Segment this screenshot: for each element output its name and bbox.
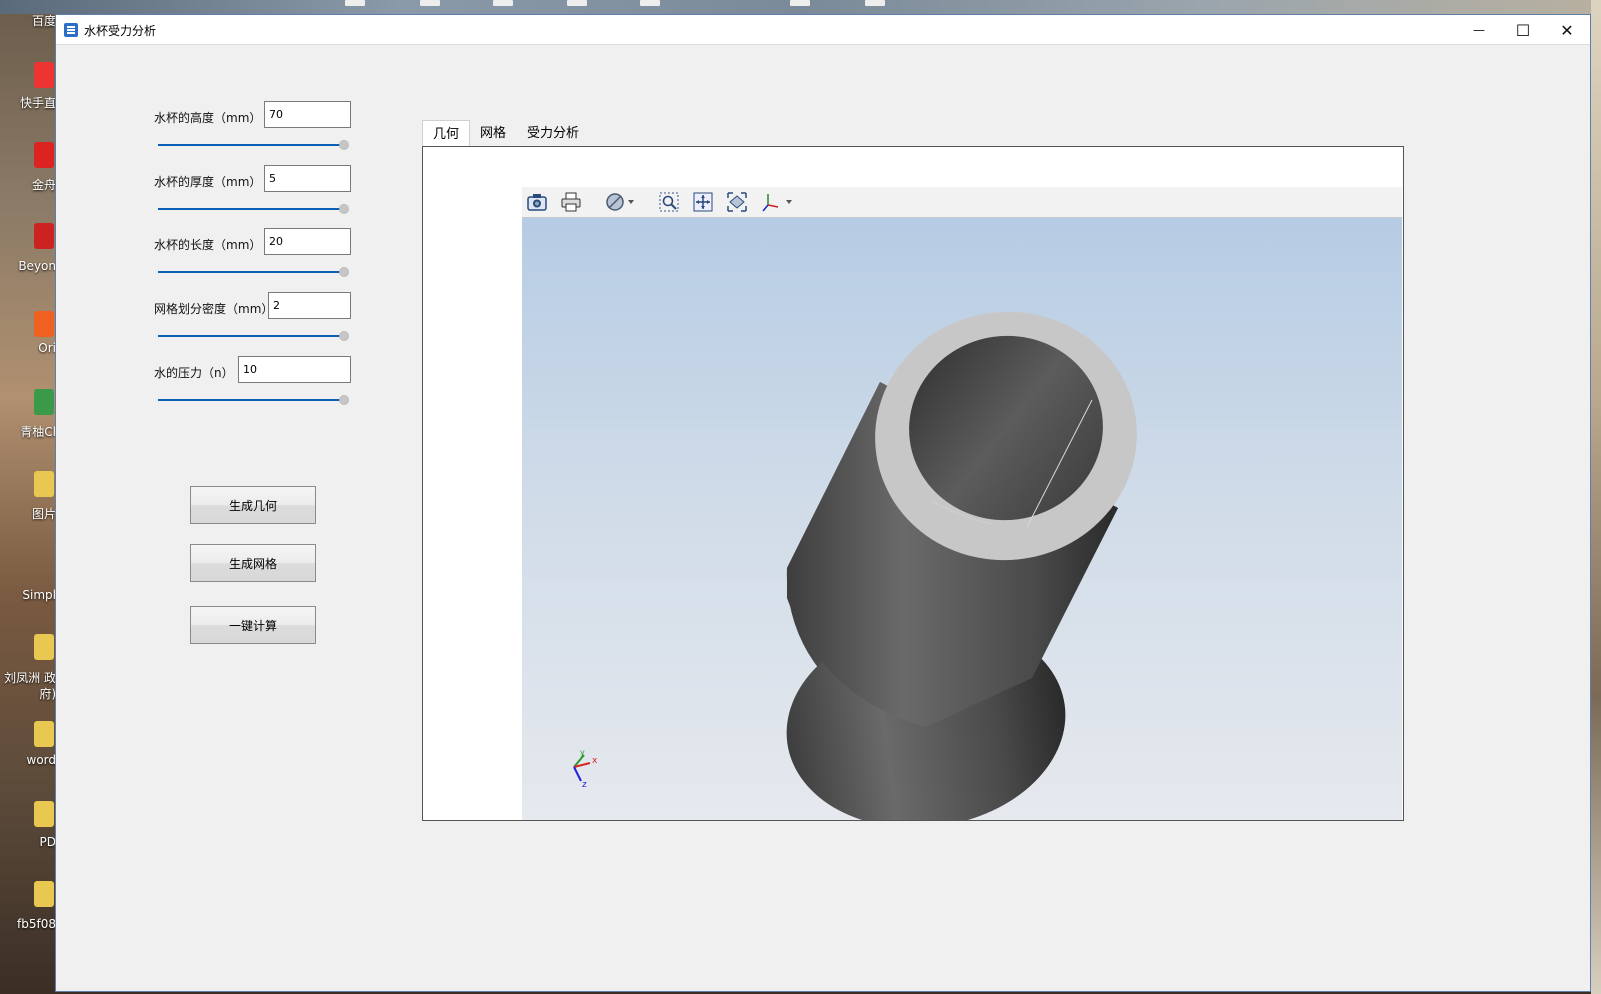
- slider-handle[interactable]: [339, 204, 349, 214]
- generate-geometry-button[interactable]: 生成几何: [190, 486, 316, 524]
- tab-mesh[interactable]: 网格: [470, 120, 516, 147]
- folder-icon: [34, 634, 54, 660]
- maximize-button[interactable]: ☐: [1500, 15, 1546, 45]
- folder-icon: [34, 471, 54, 497]
- desktop-icon[interactable]: Ori: [0, 311, 56, 355]
- camera-icon[interactable]: [526, 191, 548, 213]
- app-icon: [34, 223, 54, 249]
- compute-button[interactable]: 一键计算: [190, 606, 316, 644]
- slider-handle[interactable]: [339, 395, 349, 405]
- 3d-viewport[interactable]: y x z: [522, 218, 1402, 820]
- app-icon: [34, 62, 54, 88]
- height-slider[interactable]: [158, 140, 349, 150]
- display-mode-icon[interactable]: [604, 191, 626, 213]
- tab-force-analysis[interactable]: 受力分析: [517, 120, 589, 147]
- desktop-icon[interactable]: Simpl: [0, 588, 56, 602]
- slider-handle[interactable]: [339, 140, 349, 150]
- height-label: 水杯的高度（mm）: [154, 111, 262, 125]
- height-input[interactable]: [264, 101, 351, 128]
- app-window: 水杯受力分析 — ☐ ✕ 水杯的高度（mm） 水杯的厚度（mm） 水杯的长度（m…: [55, 14, 1591, 992]
- length-slider[interactable]: [158, 267, 349, 277]
- thickness-input[interactable]: [264, 165, 351, 192]
- view-fit-icon[interactable]: [726, 191, 748, 213]
- tab-geometry[interactable]: 几何: [422, 120, 471, 147]
- app-icon: [34, 389, 54, 415]
- desktop-icon[interactable]: 百度: [0, 12, 56, 29]
- desktop-icon[interactable]: 金舟: [0, 142, 56, 193]
- axis-x-label: x: [592, 756, 598, 766]
- thickness-label: 水杯的厚度（mm）: [154, 175, 262, 189]
- axis-y-label: y: [580, 749, 585, 757]
- axis-triad-icon: y x z: [573, 749, 598, 789]
- desktop-top-strip: [0, 0, 1601, 14]
- mesh-density-slider[interactable]: [158, 331, 349, 341]
- desktop-icon[interactable]: 青柚Cl: [0, 389, 56, 440]
- app-logo-icon: [64, 23, 78, 37]
- thickness-slider[interactable]: [158, 204, 349, 214]
- length-label: 水杯的长度（mm）: [154, 238, 262, 252]
- viewer-toolbar: [522, 187, 1402, 218]
- folder-icon: [34, 881, 54, 907]
- desktop-icon[interactable]: fb5f08: [0, 881, 56, 931]
- desktop-icon[interactable]: PD: [0, 801, 56, 849]
- app-icon: [34, 142, 54, 168]
- pressure-slider[interactable]: [158, 395, 349, 405]
- slider-handle[interactable]: [339, 267, 349, 277]
- desktop-icon[interactable]: 图片: [0, 471, 56, 522]
- generate-mesh-button[interactable]: 生成网格: [190, 544, 316, 582]
- fit-all-icon[interactable]: [692, 191, 714, 213]
- axis-orientation-icon[interactable]: [760, 191, 782, 213]
- axis-z-label: z: [582, 780, 587, 789]
- mesh-density-input[interactable]: [268, 292, 351, 319]
- folder-icon: [34, 801, 54, 827]
- title-bar[interactable]: 水杯受力分析 — ☐ ✕: [56, 15, 1590, 45]
- desktop-right-strip: [1591, 0, 1601, 994]
- minimize-button[interactable]: —: [1456, 15, 1502, 45]
- zoom-window-icon[interactable]: [658, 191, 680, 213]
- tab-panel: y x z: [422, 146, 1404, 821]
- app-icon: [34, 311, 54, 337]
- window-title: 水杯受力分析: [84, 24, 157, 38]
- desktop-icon[interactable]: 刘凤洲 政府): [0, 634, 56, 702]
- mesh-density-label: 网格划分密度（mm）: [154, 302, 274, 316]
- length-input[interactable]: [264, 228, 351, 255]
- close-button[interactable]: ✕: [1544, 15, 1590, 45]
- desktop-icon[interactable]: word: [0, 721, 56, 767]
- cup-model: [786, 311, 1137, 820]
- chevron-down-icon[interactable]: [626, 191, 636, 213]
- desktop-icon[interactable]: Beyon: [0, 223, 56, 273]
- desktop-icon[interactable]: 快手直: [0, 62, 56, 111]
- slider-handle[interactable]: [339, 331, 349, 341]
- chevron-down-icon[interactable]: [784, 191, 794, 213]
- folder-icon: [34, 721, 54, 747]
- pressure-input[interactable]: [238, 356, 351, 383]
- print-icon[interactable]: [560, 191, 582, 213]
- pressure-label: 水的压力（n）: [154, 366, 234, 380]
